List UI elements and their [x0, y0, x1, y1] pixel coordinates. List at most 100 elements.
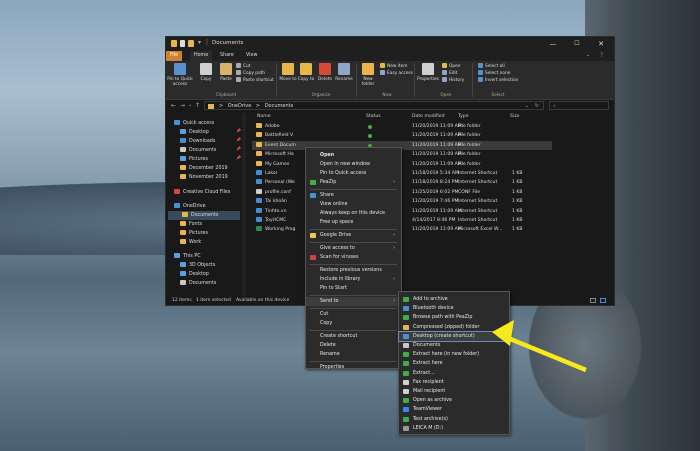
menu-item-view-online[interactable]: View online: [306, 200, 399, 209]
send-to-add-to-archive[interactable]: Add to archive: [399, 295, 507, 304]
paste-button[interactable]: Paste: [216, 77, 236, 82]
menu-item-create-shortcut[interactable]: Create shortcut: [306, 332, 399, 341]
table-row[interactable]: Adobe 11/20/2019 11:09 AM File folder: [252, 122, 552, 131]
delete-button[interactable]: Delete: [315, 77, 335, 82]
menu-item-peazip[interactable]: PeaZip ›: [306, 178, 399, 187]
sidebar-item-onedrive-pictures[interactable]: Pictures: [180, 229, 208, 238]
sidebar-item-november-2019[interactable]: November 2019: [180, 173, 228, 182]
recent-dropdown-icon[interactable]: ⌄: [188, 102, 192, 108]
up-icon[interactable]: ↑: [195, 102, 200, 109]
sidebar-scrollbar[interactable]: [242, 113, 246, 297]
menu-item-pin-to-start[interactable]: Pin to Start: [306, 284, 399, 293]
column-header-date[interactable]: Date modified: [412, 113, 445, 121]
new-folder-button[interactable]: New folder: [358, 77, 378, 87]
sidebar-item-onedrive-documents[interactable]: Documents: [168, 211, 240, 220]
breadcrumb-onedrive[interactable]: OneDrive: [228, 103, 252, 109]
menu-item-delete[interactable]: Delete: [306, 341, 399, 350]
table-row[interactable]: profile.conf 11/25/2019 6:02 PM CONF File 1…: [252, 188, 552, 197]
sidebar-item-this-pc[interactable]: This PC: [174, 252, 201, 261]
table-row[interactable]: Lakor 11/18/2019 5:34 AM Internet Shortcut…: [252, 169, 552, 178]
sidebar-item-downloads[interactable]: Downloads: [180, 137, 215, 146]
table-row[interactable]: Tài khoản 11/20/2019 7:46 PM Internet Shor…: [252, 197, 552, 206]
new-item-button[interactable]: New item: [380, 63, 407, 69]
history-button[interactable]: History: [442, 77, 464, 83]
menu-item-share[interactable]: Share: [306, 191, 399, 200]
move-to-button[interactable]: Move to: [278, 77, 298, 82]
table-row[interactable]: Tinhte.vn 11/20/2019 11:09 AM Internet Sho…: [252, 207, 552, 216]
forward-icon[interactable]: →: [180, 102, 185, 109]
table-row[interactable]: ToyHCMC 4/14/2017 8:46 PM Internet Shortcu…: [252, 216, 552, 225]
refresh-icon[interactable]: ↻: [535, 102, 539, 111]
search-input[interactable]: ⌕: [549, 101, 609, 110]
column-header-status[interactable]: Status: [366, 113, 381, 121]
cut-button[interactable]: Cut: [236, 63, 250, 69]
table-row[interactable]: Battlefield V 11/20/2019 11:09 AM File fol…: [252, 131, 552, 140]
sidebar-item-creative-cloud[interactable]: Creative Cloud Files: [174, 188, 230, 197]
menu-item-scan-for-viruses[interactable]: Scan for viruses: [306, 253, 399, 262]
menu-item-include-in-library[interactable]: Include in library ›: [306, 275, 399, 284]
address-bar[interactable]: > OneDrive > Documents ⌄ ↻: [204, 101, 544, 110]
send-to-mail-recipient[interactable]: Mail recipient: [399, 387, 507, 396]
ribbon-collapse-icon[interactable]: ⌄: [586, 52, 590, 58]
maximize-button[interactable]: ☐: [566, 37, 588, 51]
tab-view[interactable]: View: [242, 51, 261, 61]
open-button[interactable]: Open: [442, 63, 460, 69]
copy-path-button[interactable]: Copy path: [236, 70, 265, 76]
sidebar-item-pictures[interactable]: Pictures: [180, 155, 208, 164]
table-row[interactable]: Working Prog 11/20/2019 11:09 AM Microsoft…: [252, 225, 552, 234]
tab-share[interactable]: Share: [216, 51, 238, 61]
address-dropdown-icon[interactable]: ⌄: [525, 102, 529, 111]
tab-file[interactable]: File: [166, 51, 183, 61]
back-icon[interactable]: ←: [171, 102, 176, 109]
properties-quick-icon[interactable]: [180, 40, 185, 47]
invert-selection-button[interactable]: Invert selection: [478, 77, 518, 83]
sidebar-item-quick-access[interactable]: Quick access: [174, 119, 214, 128]
column-header-size[interactable]: Size: [510, 113, 519, 121]
sidebar-item-onedrive[interactable]: OneDrive: [174, 202, 206, 211]
copy-to-button[interactable]: Copy to: [296, 77, 316, 82]
menu-item-free-up-space[interactable]: Free up space: [306, 218, 399, 227]
menu-item-always-keep-on-this-device[interactable]: Always keep on this device: [306, 209, 399, 218]
details-view-icon[interactable]: [590, 298, 596, 303]
send-to-teamviewer[interactable]: TeamViewer: [399, 405, 507, 414]
menu-item-properties[interactable]: Properties: [306, 363, 399, 372]
close-button[interactable]: ✕: [590, 37, 612, 51]
sidebar-item-work[interactable]: Work: [180, 238, 201, 247]
table-row[interactable]: Personal (We 11/18/2019 8:24 PM Internet S…: [252, 178, 552, 187]
menu-item-pin-to-quick-access[interactable]: Pin to Quick access: [306, 169, 399, 178]
sidebar-item-december-2019[interactable]: December 2019: [180, 164, 228, 173]
sidebar-item-documents[interactable]: Documents: [180, 146, 216, 155]
select-none-button[interactable]: Select none: [478, 70, 510, 76]
table-row[interactable]: Event Docum 11/20/2019 11:09 AM File folde…: [252, 140, 552, 150]
sidebar-item-fonts[interactable]: Fonts: [180, 220, 202, 229]
menu-item-copy[interactable]: Copy: [306, 319, 399, 328]
breadcrumb-documents[interactable]: Documents: [265, 103, 294, 109]
send-to-open-as-archive[interactable]: Open as archive: [399, 396, 507, 405]
menu-item-send-to[interactable]: Send to ›: [306, 297, 399, 306]
menu-item-cut[interactable]: Cut: [306, 310, 399, 319]
column-header-name[interactable]: Name: [257, 113, 271, 121]
rename-button[interactable]: Rename: [334, 77, 354, 82]
edit-button[interactable]: Edit: [442, 70, 457, 76]
large-icons-view-icon[interactable]: [600, 298, 606, 303]
select-all-button[interactable]: Select all: [478, 63, 505, 69]
sidebar-item-desktop[interactable]: Desktop: [180, 128, 209, 137]
menu-item-restore-previous-versions[interactable]: Restore previous versions: [306, 266, 399, 275]
pin-quick-access-button[interactable]: Pin to Quick access: [166, 77, 194, 87]
sidebar-item-pc-documents[interactable]: Documents: [180, 279, 216, 288]
send-to-test-archive-s[interactable]: Test archive(s): [399, 415, 507, 424]
table-row[interactable]: My Games 11/20/2019 11:09 AM File folder: [252, 160, 552, 169]
minimize-button[interactable]: —: [542, 37, 564, 51]
easy-access-button[interactable]: Easy access: [380, 70, 413, 76]
new-folder-quick-icon[interactable]: [188, 40, 194, 47]
send-to-bluetooth-device[interactable]: Bluetooth device: [399, 304, 507, 313]
table-row[interactable]: Microsoft Ha 11/20/2019 11:09 AM File fold…: [252, 150, 552, 159]
sidebar-item-pc-desktop[interactable]: Desktop: [180, 270, 209, 279]
menu-item-give-access-to[interactable]: Give access to ›: [306, 244, 399, 253]
properties-button[interactable]: Properties: [416, 77, 440, 82]
tab-home[interactable]: Home: [190, 51, 213, 61]
copy-button[interactable]: Copy: [196, 77, 216, 82]
quick-access-dropdown-icon[interactable]: ▾: [198, 39, 201, 46]
help-icon[interactable]: ?: [600, 52, 603, 59]
sidebar-item-3d-objects[interactable]: 3D Objects: [180, 261, 215, 270]
